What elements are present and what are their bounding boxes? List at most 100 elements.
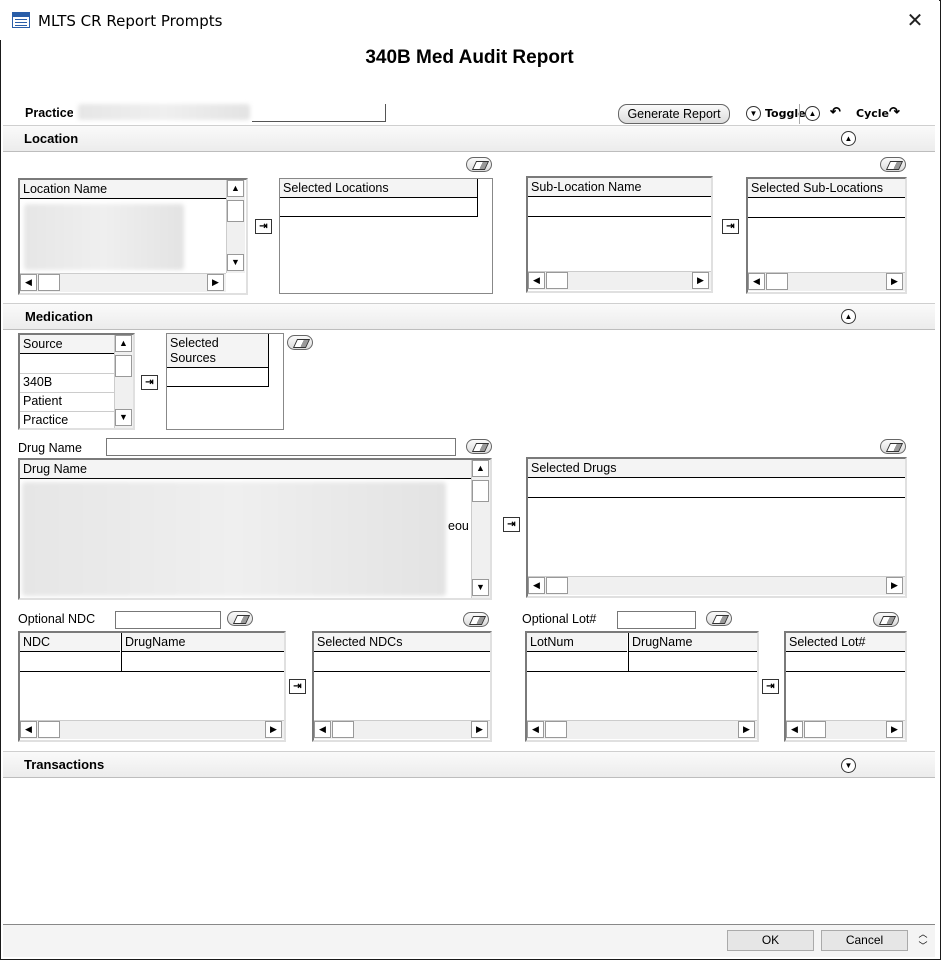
lot-input[interactable] (617, 611, 696, 629)
clear-drug-name-eraser-icon[interactable] (466, 439, 492, 454)
selected-locations-list[interactable]: Selected Locations (279, 178, 493, 294)
scroll-left-icon[interactable]: ◀ (314, 721, 331, 738)
scroll-left-icon[interactable]: ◀ (748, 273, 765, 290)
source-item-patient[interactable]: Patient (23, 394, 62, 408)
scroll-thumb[interactable] (227, 200, 244, 222)
lot-hscroll[interactable]: ◀ ▶ (527, 720, 757, 739)
scroll-right-icon[interactable]: ▶ (886, 577, 903, 594)
scroll-thumb[interactable] (332, 721, 354, 738)
scroll-down-icon[interactable]: ▼ (472, 579, 489, 596)
scroll-up-icon[interactable]: ▲ (472, 460, 489, 477)
clear-lot-eraser-icon[interactable] (706, 611, 732, 626)
clear-selected-ndcs-eraser-icon[interactable] (463, 612, 489, 627)
ndc-hscroll[interactable]: ◀ ▶ (20, 720, 284, 739)
scroll-right-icon[interactable]: ▶ (471, 721, 488, 738)
scroll-left-icon[interactable]: ◀ (528, 272, 545, 289)
move-ndcs-arrow-icon[interactable]: ⇥ (289, 679, 306, 694)
clear-selected-drugs-eraser-icon[interactable] (880, 439, 906, 454)
scroll-left-icon[interactable]: ◀ (528, 577, 545, 594)
scroll-thumb[interactable] (546, 272, 568, 289)
selected-ndcs-hscroll[interactable]: ◀ ▶ (314, 720, 490, 739)
clear-selected-lots-eraser-icon[interactable] (873, 612, 899, 627)
section-medication[interactable]: Medication ▲ (3, 303, 935, 330)
move-sublocations-arrow-icon[interactable]: ⇥ (722, 219, 739, 234)
scroll-right-icon[interactable]: ▶ (886, 273, 903, 290)
ndc-input[interactable] (115, 611, 221, 629)
source-vscroll[interactable]: ▲ ▼ (114, 335, 133, 428)
toggle-up-icon[interactable]: ▲ (805, 106, 820, 121)
scroll-right-icon[interactable]: ▶ (692, 272, 709, 289)
source-item-340b[interactable]: 340B (23, 375, 52, 389)
scroll-up-icon[interactable]: ▲ (227, 180, 244, 197)
location-name-header: Location Name (20, 180, 226, 199)
scroll-left-icon[interactable]: ◀ (20, 274, 37, 291)
scroll-left-icon[interactable]: ◀ (527, 721, 544, 738)
selected-ndcs-list[interactable]: Selected NDCs ◀ ▶ (312, 631, 492, 742)
sublocation-list[interactable]: Sub-Location Name ◀ ▶ (526, 176, 713, 293)
scroll-left-icon[interactable]: ◀ (20, 721, 37, 738)
ok-button[interactable]: OK (727, 930, 814, 951)
clear-ndc-eraser-icon[interactable] (227, 611, 253, 626)
cancel-button[interactable]: Cancel (821, 930, 908, 951)
scroll-thumb[interactable] (545, 721, 567, 738)
scroll-down-icon[interactable]: ▼ (115, 409, 132, 426)
scroll-up-icon[interactable]: ▲ (115, 335, 132, 352)
scroll-thumb[interactable] (472, 480, 489, 502)
selected-drugs-hscroll[interactable]: ◀ ▶ (528, 576, 905, 595)
selected-sources-list[interactable]: Selected Sources (166, 333, 284, 430)
scroll-right-icon[interactable]: ▶ (738, 721, 755, 738)
scroll-thumb[interactable] (804, 721, 826, 738)
scroll-right-icon[interactable]: ▶ (265, 721, 282, 738)
drug-name-input[interactable] (106, 438, 456, 456)
practice-input[interactable] (252, 104, 386, 122)
section-location[interactable]: Location ▲ (3, 125, 935, 152)
scroll-down-icon[interactable]: ▼ (227, 254, 244, 271)
selected-drugs-list[interactable]: Selected Drugs ◀ ▶ (526, 457, 907, 598)
move-drugs-arrow-icon[interactable]: ⇥ (503, 517, 520, 532)
drug-list-items-redacted (22, 482, 446, 596)
scroll-right-icon[interactable]: ▶ (886, 721, 903, 738)
selected-locations-row (280, 198, 478, 217)
clear-locations-eraser-icon[interactable] (466, 157, 492, 172)
scroll-right-icon[interactable]: ▶ (207, 274, 224, 291)
generate-report-button[interactable]: Generate Report (618, 104, 730, 124)
move-lots-arrow-icon[interactable]: ⇥ (762, 679, 779, 694)
close-icon[interactable]: ✕ (902, 9, 928, 33)
clear-sources-eraser-icon[interactable] (287, 335, 313, 350)
source-list[interactable]: Source 340B Patient Practice ▲ ▼ (18, 333, 135, 430)
scroll-thumb[interactable] (38, 721, 60, 738)
scroll-thumb[interactable] (115, 355, 132, 377)
location-list[interactable]: Location Name ▲ ▼ ◀ ▶ (18, 178, 248, 295)
cycle-back-icon[interactable]: ↶ (830, 104, 841, 120)
location-hscroll[interactable]: ◀ ▶ (20, 273, 226, 292)
selected-sources-row (167, 368, 269, 387)
collapse-up-icon[interactable]: ▲ (841, 131, 856, 146)
expand-down-icon[interactable]: ▼ (841, 758, 856, 773)
clear-sublocations-eraser-icon[interactable] (880, 157, 906, 172)
toggle-down-icon[interactable]: ▼ (746, 106, 761, 121)
drug-vscroll[interactable]: ▲ ▼ (471, 460, 490, 598)
selected-lots-hscroll[interactable]: ◀ ▶ (786, 720, 905, 739)
scroll-thumb[interactable] (766, 273, 788, 290)
selected-sublocations-hscroll[interactable]: ◀ ▶ (748, 272, 905, 291)
location-vscroll[interactable]: ▲ ▼ (226, 180, 245, 273)
cycle-forward-icon[interactable]: ↷ (889, 104, 900, 120)
scroll-thumb[interactable] (38, 274, 60, 291)
spin-arrows-icon[interactable]: ︿ ﹀ (916, 928, 930, 954)
selected-sublocations-list[interactable]: Selected Sub-Locations ◀ ▶ (746, 177, 907, 294)
scroll-thumb[interactable] (546, 577, 568, 594)
selected-lots-list[interactable]: Selected Lot# ◀ ▶ (784, 631, 907, 742)
move-locations-arrow-icon[interactable]: ⇥ (255, 219, 272, 234)
move-sources-arrow-icon[interactable]: ⇥ (141, 375, 158, 390)
source-item-practice[interactable]: Practice (23, 413, 68, 427)
drug-list[interactable]: Drug Name eou ▲ ▼ (18, 458, 492, 600)
sublocation-hscroll[interactable]: ◀ ▶ (528, 271, 711, 290)
lot-list[interactable]: LotNum DrugName ◀ ▶ (525, 631, 759, 742)
cycle-button[interactable]: Cycle (856, 107, 889, 120)
scroll-left-icon[interactable]: ◀ (786, 721, 803, 738)
lot-drugname-col-header: DrugName (628, 633, 757, 652)
grid-line (527, 671, 757, 672)
ndc-list[interactable]: NDC DrugName ◀ ▶ (18, 631, 286, 742)
collapse-up-icon[interactable]: ▲ (841, 309, 856, 324)
section-transactions[interactable]: Transactions ▼ (3, 751, 935, 778)
